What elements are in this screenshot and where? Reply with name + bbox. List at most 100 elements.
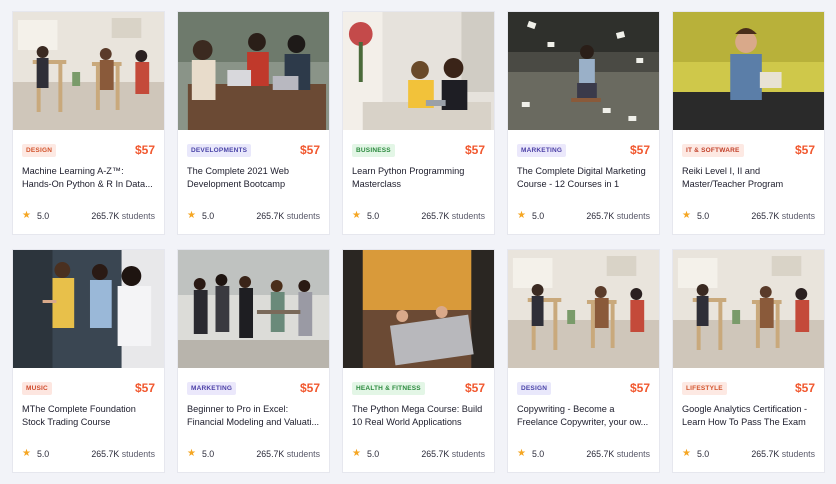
course-thumbnail[interactable]: [178, 250, 329, 368]
rating-value: 5.0: [531, 448, 545, 459]
star-icon: ★: [517, 448, 526, 459]
star-icon: ★: [22, 448, 31, 459]
course-title[interactable]: Google Analytics Certification - Learn H…: [682, 403, 815, 430]
course-price: $57: [794, 381, 815, 395]
course-rating: ★ 5.0: [352, 210, 379, 221]
course-card[interactable]: Health & Fitness $57 The Python Mega Cours…: [342, 249, 495, 473]
course-meta: ★ 5.0 265.7K students: [352, 448, 485, 459]
star-icon: ★: [352, 448, 361, 459]
category-badge[interactable]: Lifestyle: [682, 381, 727, 395]
students-number: 265.7K: [421, 210, 450, 221]
course-meta: ★ 5.0 265.7K students: [682, 448, 815, 459]
course-title[interactable]: Learn Python Programming Masterclass: [352, 165, 485, 192]
rating-value: 5.0: [696, 448, 710, 459]
course-card[interactable]: Lifestyle $57 Google Analytics Certificati…: [672, 249, 825, 473]
course-card[interactable]: Marketing $57 The Complete Digital Marketi…: [507, 11, 660, 235]
students-number: 265.7K: [91, 448, 120, 459]
course-meta: ★ 5.0 265.7K students: [682, 210, 815, 221]
course-title[interactable]: Beginner to Pro in Excel: Financial Mode…: [187, 403, 320, 430]
category-badge[interactable]: Music: [22, 381, 52, 395]
rating-value: 5.0: [36, 210, 50, 221]
rating-value: 5.0: [201, 210, 215, 221]
students-number: 265.7K: [421, 448, 450, 459]
course-price: $57: [134, 143, 155, 157]
course-meta: ★ 5.0 265.7K students: [517, 210, 650, 221]
course-card[interactable]: Design $57 Machine Learning A-Z™: Hands-On…: [12, 11, 165, 235]
category-badge[interactable]: Health & Fitness: [352, 381, 425, 395]
students-count: 265.7K students: [421, 449, 485, 459]
course-price: $57: [629, 143, 650, 157]
course-card[interactable]: Developments $57 The Complete 2021 Web Dev…: [177, 11, 330, 235]
course-meta: ★ 5.0 265.7K students: [187, 448, 320, 459]
course-title[interactable]: The Python Mega Course: Build 10 Real Wo…: [352, 403, 485, 430]
course-grid: Design $57 Machine Learning A-Z™: Hands-On…: [12, 11, 825, 473]
category-badge[interactable]: Developments: [187, 143, 252, 157]
category-badge[interactable]: Design: [22, 143, 57, 157]
course-title[interactable]: Copywriting - Become a Freelance Copywri…: [517, 403, 650, 430]
students-count: 265.7K students: [751, 211, 815, 221]
students-number: 265.7K: [751, 210, 780, 221]
students-number: 265.7K: [256, 210, 285, 221]
course-price: $57: [464, 143, 485, 157]
course-card[interactable]: Business $57 Learn Python Programming Mast…: [342, 11, 495, 235]
course-price: $57: [134, 381, 155, 395]
course-card[interactable]: Design $57 Copywriting - Become a Freelanc…: [507, 249, 660, 473]
course-card[interactable]: IT & Software $57 Reiki Level I, II and Ma…: [672, 11, 825, 235]
course-title[interactable]: The Complete Digital Marketing Course - …: [517, 165, 650, 192]
course-title[interactable]: The Complete 2021 Web Development Bootca…: [187, 165, 320, 192]
students-number: 265.7K: [751, 448, 780, 459]
students-count: 265.7K students: [256, 211, 320, 221]
students-label: students: [781, 448, 815, 459]
course-rating: ★ 5.0: [187, 448, 214, 459]
course-title[interactable]: MThe Complete Foundation Stock Trading C…: [22, 403, 155, 430]
course-thumbnail[interactable]: [508, 250, 659, 368]
rating-value: 5.0: [201, 448, 215, 459]
students-label: students: [781, 210, 815, 221]
students-count: 265.7K students: [586, 211, 650, 221]
course-thumbnail[interactable]: [13, 250, 164, 368]
students-label: students: [616, 210, 650, 221]
students-label: students: [451, 448, 485, 459]
students-count: 265.7K students: [91, 211, 155, 221]
students-number: 265.7K: [586, 448, 615, 459]
course-thumbnail[interactable]: [343, 250, 494, 368]
students-count: 265.7K students: [586, 449, 650, 459]
course-meta: ★ 5.0 265.7K students: [187, 210, 320, 221]
category-badge[interactable]: Marketing: [517, 143, 567, 157]
rating-value: 5.0: [696, 210, 710, 221]
course-card[interactable]: Music $57 MThe Complete Foundation Stock T…: [12, 249, 165, 473]
course-meta: ★ 5.0 265.7K students: [22, 210, 155, 221]
course-rating: ★ 5.0: [187, 210, 214, 221]
course-price: $57: [629, 381, 650, 395]
course-rating: ★ 5.0: [22, 210, 49, 221]
category-badge[interactable]: Design: [517, 381, 552, 395]
course-thumbnail[interactable]: [178, 12, 329, 130]
course-price: $57: [464, 381, 485, 395]
course-thumbnail[interactable]: [13, 12, 164, 130]
course-rating: ★ 5.0: [517, 448, 544, 459]
star-icon: ★: [187, 448, 196, 459]
rating-value: 5.0: [366, 448, 380, 459]
category-badge[interactable]: Marketing: [187, 381, 237, 395]
course-thumbnail[interactable]: [343, 12, 494, 130]
students-label: students: [286, 210, 320, 221]
students-count: 265.7K students: [751, 449, 815, 459]
students-label: students: [286, 448, 320, 459]
course-rating: ★ 5.0: [352, 448, 379, 459]
course-price: $57: [299, 381, 320, 395]
course-thumbnail[interactable]: [508, 12, 659, 130]
students-count: 265.7K students: [421, 211, 485, 221]
course-thumbnail[interactable]: [673, 250, 824, 368]
star-icon: ★: [352, 210, 361, 221]
category-badge[interactable]: Business: [352, 143, 395, 157]
students-number: 265.7K: [256, 448, 285, 459]
category-badge[interactable]: IT & Software: [682, 143, 744, 157]
course-rating: ★ 5.0: [682, 448, 709, 459]
course-card[interactable]: Marketing $57 Beginner to Pro in Excel: Fi…: [177, 249, 330, 473]
course-title[interactable]: Reiki Level I, II and Master/Teacher Pro…: [682, 165, 815, 192]
course-title[interactable]: Machine Learning A-Z™: Hands-On Python &…: [22, 165, 155, 192]
star-icon: ★: [682, 210, 691, 221]
course-thumbnail[interactable]: [673, 12, 824, 130]
star-icon: ★: [682, 448, 691, 459]
course-rating: ★ 5.0: [22, 448, 49, 459]
